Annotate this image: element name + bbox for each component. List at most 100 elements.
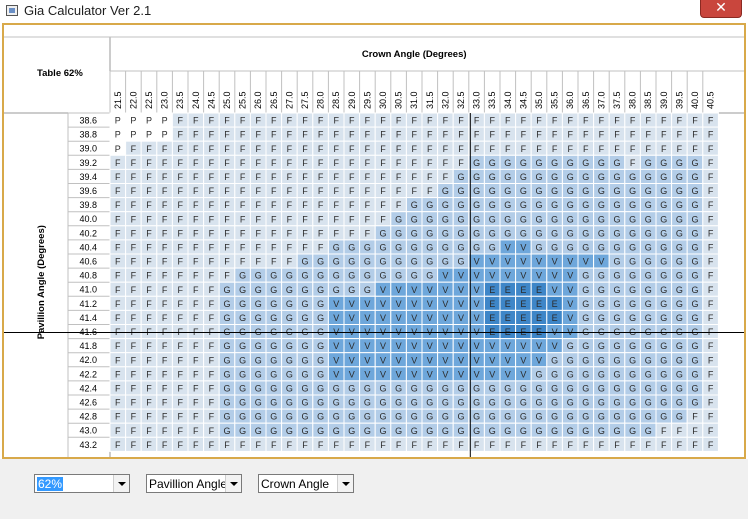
grade-letter: G bbox=[567, 228, 574, 238]
grade-letter: G bbox=[239, 412, 246, 422]
grade-letter: G bbox=[535, 384, 542, 394]
grade-letter: F bbox=[349, 228, 355, 238]
crown-angle-label: 23.5 bbox=[175, 91, 185, 109]
grade-letter: G bbox=[348, 271, 355, 281]
title-bar: Gia Calculator Ver 2.1 ✕ bbox=[0, 0, 748, 24]
grade-letter: G bbox=[442, 384, 449, 394]
grade-letter: G bbox=[457, 200, 464, 210]
grade-letter: F bbox=[224, 186, 230, 196]
grade-letter: F bbox=[193, 369, 199, 379]
grade-letter: F bbox=[536, 144, 542, 154]
grade-letter: F bbox=[287, 257, 293, 267]
grade-letter: F bbox=[380, 200, 386, 210]
crown-angle-label: 36.5 bbox=[581, 91, 591, 109]
grade-letter: G bbox=[535, 200, 542, 210]
grade-letter: V bbox=[520, 257, 526, 267]
grade-letter: F bbox=[240, 243, 246, 253]
grade-letter: G bbox=[286, 369, 293, 379]
grade-letter: F bbox=[131, 412, 137, 422]
grade-letter: F bbox=[255, 200, 261, 210]
grade-letter: F bbox=[458, 130, 464, 140]
grade-letter: F bbox=[380, 172, 386, 182]
close-button[interactable]: ✕ bbox=[700, 0, 742, 18]
grade-letter: G bbox=[551, 228, 558, 238]
grade-letter: E bbox=[520, 299, 526, 309]
grade-letter: G bbox=[270, 271, 277, 281]
grade-letter: G bbox=[660, 228, 667, 238]
pavilion-angle-select[interactable]: Pavillion Angle bbox=[146, 474, 242, 493]
grade-letter: G bbox=[613, 214, 620, 224]
grade-letter: F bbox=[271, 200, 277, 210]
grade-letter: G bbox=[473, 172, 480, 182]
grade-letter: V bbox=[411, 299, 417, 309]
grade-letter: F bbox=[162, 144, 168, 154]
grade-letter: G bbox=[364, 271, 371, 281]
grade-letter: F bbox=[255, 257, 261, 267]
crown-angle-label: 36.0 bbox=[565, 91, 575, 109]
grade-letter: V bbox=[489, 341, 495, 351]
grade-letter: G bbox=[629, 186, 636, 196]
grade-letter: F bbox=[677, 426, 683, 436]
grade-letter: F bbox=[224, 228, 230, 238]
grade-letter: V bbox=[333, 355, 339, 365]
pavilion-angle-label: 43.0 bbox=[79, 426, 97, 436]
table-percent-select[interactable]: 62% bbox=[34, 474, 130, 493]
grade-letter: F bbox=[708, 257, 714, 267]
grade-letter: F bbox=[240, 200, 246, 210]
crown-angle-select[interactable]: Crown Angle bbox=[258, 474, 354, 493]
grade-letter: F bbox=[131, 398, 137, 408]
grade-letter: F bbox=[458, 116, 464, 126]
grade-letter: G bbox=[504, 186, 511, 196]
chevron-down-icon[interactable] bbox=[225, 475, 241, 492]
grade-letter: G bbox=[598, 214, 605, 224]
grade-letter: F bbox=[708, 299, 714, 309]
grade-letter: F bbox=[489, 116, 495, 126]
grade-letter: G bbox=[551, 172, 558, 182]
grade-letter: F bbox=[177, 214, 183, 224]
chevron-down-icon[interactable] bbox=[337, 475, 353, 492]
grade-letter: F bbox=[146, 200, 152, 210]
crown-angle-label: 34.0 bbox=[503, 91, 513, 109]
crown-angle-value: Crown Angle bbox=[261, 477, 330, 491]
grade-letter: G bbox=[629, 243, 636, 253]
grade-letter: G bbox=[551, 186, 558, 196]
grade-letter: G bbox=[520, 384, 527, 394]
grade-letter: V bbox=[380, 341, 386, 351]
grade-letter: F bbox=[349, 186, 355, 196]
grade-letter: F bbox=[177, 116, 183, 126]
grade-letter: G bbox=[317, 257, 324, 267]
grade-letter: G bbox=[348, 426, 355, 436]
grade-letter: F bbox=[411, 144, 417, 154]
grade-letter: V bbox=[567, 285, 573, 295]
grade-letter: G bbox=[411, 257, 418, 267]
grade-letter: G bbox=[364, 257, 371, 267]
grade-letter: G bbox=[629, 398, 636, 408]
grade-letter: G bbox=[426, 426, 433, 436]
grade-letter: F bbox=[240, 172, 246, 182]
grade-letter: G bbox=[613, 398, 620, 408]
grade-letter: G bbox=[567, 341, 574, 351]
crown-angle-label: 22.5 bbox=[144, 91, 154, 109]
grade-letter: F bbox=[614, 144, 620, 154]
grade-letter: G bbox=[457, 426, 464, 436]
grade-letter: F bbox=[302, 440, 308, 450]
grade-letter: F bbox=[474, 440, 480, 450]
grade-letter: F bbox=[224, 440, 230, 450]
grade-letter: F bbox=[255, 186, 261, 196]
grade-letter: V bbox=[567, 299, 573, 309]
grade-letter: F bbox=[177, 440, 183, 450]
grade-letter: V bbox=[396, 355, 402, 365]
grade-letter: G bbox=[473, 426, 480, 436]
grade-letter: G bbox=[660, 313, 667, 323]
grade-letter: F bbox=[115, 200, 121, 210]
pavilion-angle-label: 41.0 bbox=[79, 285, 97, 295]
grade-letter: G bbox=[660, 341, 667, 351]
grade-letter: V bbox=[380, 313, 386, 323]
grade-letter: F bbox=[708, 426, 714, 436]
grade-letter: F bbox=[224, 116, 230, 126]
grade-letter: F bbox=[692, 412, 698, 422]
chevron-down-icon[interactable] bbox=[113, 475, 129, 492]
grade-letter: V bbox=[380, 355, 386, 365]
grade-letter: F bbox=[708, 116, 714, 126]
grade-letter: F bbox=[708, 243, 714, 253]
